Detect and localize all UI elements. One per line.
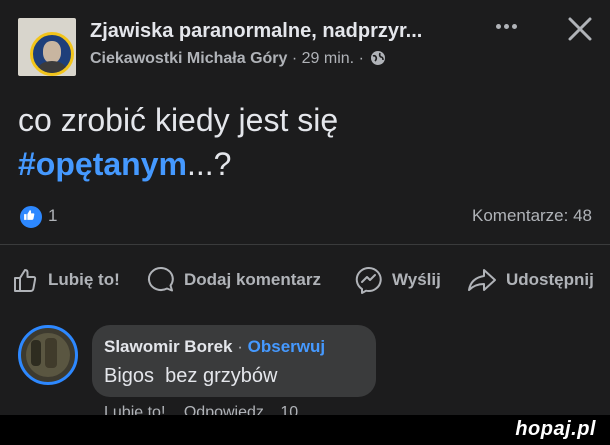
author-avatar[interactable] (30, 32, 74, 76)
comment-avatar[interactable] (18, 325, 78, 385)
hashtag-link[interactable]: #opętanym (18, 146, 187, 182)
post-text-line1: co zrobić kiedy jest się (18, 102, 339, 138)
like-button[interactable]: Lubię to! (12, 260, 120, 300)
footer-bar: hopaj.pl (0, 415, 610, 445)
comment-button[interactable]: Dodaj komentarz (146, 260, 321, 300)
comment-bubble: Slawomir Borek · Obserwuj Bigos bez grzy… (92, 325, 376, 397)
divider (0, 244, 610, 245)
post-text-tail: ...? (186, 146, 232, 182)
comment-header: Slawomir Borek · Obserwuj (104, 337, 325, 357)
group-avatar[interactable] (18, 18, 76, 76)
share-label: Udostępnij (506, 270, 594, 289)
like-count[interactable]: 1 (48, 206, 57, 226)
like-label: Lubię to! (48, 270, 120, 289)
watermark: hopaj.pl (515, 418, 596, 440)
post-header: Zjawiska paranormalne, nadprzyr... Cieka… (0, 0, 610, 90)
comment-label: Dodaj komentarz (184, 270, 321, 289)
reaction-stats: 1 Komentarze: 48 (0, 200, 610, 230)
comment-text: Bigos bez grzybów (104, 365, 278, 387)
like-reaction-icon[interactable] (18, 204, 44, 230)
globe-icon (371, 51, 386, 65)
comment-separator: · (237, 337, 243, 356)
comment-icon (147, 266, 174, 292)
post-meta: Ciekawostki Michała Góry · 29 min. · (90, 50, 386, 68)
post-text: co zrobić kiedy jest się #opętanym...? (18, 98, 578, 186)
post-author[interactable]: Ciekawostki Michała Góry (90, 50, 287, 67)
send-label: Wyślij (392, 270, 441, 289)
meta-separator-2: · (358, 50, 364, 67)
close-icon[interactable] (565, 14, 595, 44)
post-time[interactable]: 29 min. (302, 50, 354, 67)
group-name[interactable]: Zjawiska paranormalne, nadprzyr... (90, 20, 422, 43)
meta-separator: · (291, 50, 298, 67)
messenger-icon (355, 266, 382, 294)
share-icon (468, 269, 496, 291)
post-actions: Lubię to! Dodaj komentarz Wyślij Udostęp… (0, 260, 610, 300)
like-icon (14, 269, 37, 292)
post-text-line2: #opętanym...? (18, 142, 578, 186)
comment-author[interactable]: Slawomir Borek (104, 337, 233, 356)
more-options-icon[interactable] (496, 16, 526, 36)
send-button[interactable]: Wyślij (354, 260, 441, 300)
share-button[interactable]: Udostępnij (466, 260, 594, 300)
follow-button[interactable]: Obserwuj (248, 337, 325, 356)
comment-count[interactable]: Komentarze: 48 (472, 206, 592, 226)
